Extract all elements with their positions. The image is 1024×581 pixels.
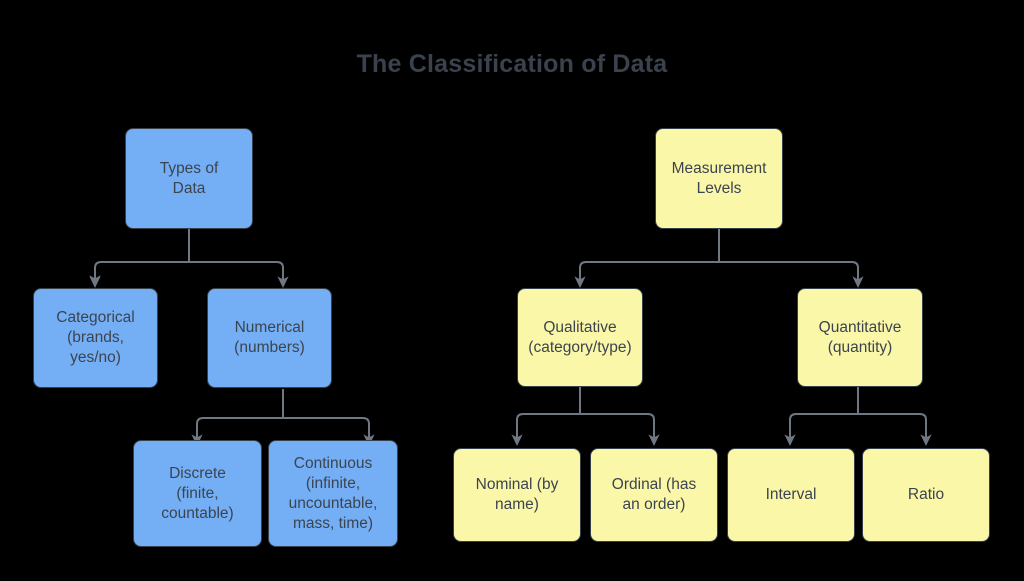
node-quantitative-line1: Quantitative: [818, 318, 902, 336]
node-quantitative-line2: (quantity): [827, 338, 893, 356]
node-measurement-levels[interactable]: Measurement Levels: [655, 128, 783, 229]
node-discrete-line3: countable): [161, 504, 234, 522]
node-nominal-line2: name): [495, 496, 539, 513]
node-continuous[interactable]: Continuous (infinite, uncountable, mass,…: [268, 440, 398, 547]
node-ratio[interactable]: Ratio: [862, 448, 990, 542]
node-numerical[interactable]: Numerical (numbers): [207, 288, 332, 388]
node-ordinal[interactable]: Ordinal (has an order): [590, 448, 718, 542]
edge-numerical-bus: [196, 417, 370, 438]
node-ratio-line1: Ratio: [907, 486, 945, 503]
node-qualitative[interactable]: Qualitative (category/type): [517, 288, 643, 387]
node-interval[interactable]: Interval: [727, 448, 855, 542]
node-categorical-line1: Categorical: [56, 309, 135, 326]
node-measurement-levels-line1: Measurement: [671, 159, 767, 177]
node-types-of-data-line1: Types of: [159, 159, 219, 177]
edge-typesofdata-bus: [94, 261, 284, 282]
node-interval-line1: Interval: [765, 486, 817, 503]
node-discrete-line2: (finite,: [176, 484, 219, 502]
node-numerical-line1: Numerical: [234, 319, 305, 336]
edge-qualitative-bus: [516, 413, 655, 438]
node-nominal-line1: Nominal (by: [475, 476, 559, 493]
node-discrete[interactable]: Discrete (finite, countable): [133, 440, 262, 547]
node-categorical[interactable]: Categorical (brands, yes/no): [33, 288, 158, 388]
node-continuous-line3: uncountable,: [288, 494, 378, 512]
node-numerical-line2: (numbers): [234, 339, 305, 356]
node-quantitative[interactable]: Quantitative (quantity): [797, 288, 923, 387]
node-qualitative-line1: Qualitative: [543, 318, 617, 336]
node-nominal[interactable]: Nominal (by name): [453, 448, 581, 542]
node-qualitative-line2: (category/type): [528, 338, 632, 356]
edge-measurementlevels-bus: [579, 261, 859, 282]
node-measurement-levels-line2: Levels: [696, 179, 742, 197]
edge-quantitative-bus: [789, 413, 927, 438]
node-continuous-line2: (infinite,: [305, 474, 361, 492]
node-continuous-line4: mass, time): [292, 514, 374, 532]
node-continuous-line1: Continuous: [293, 454, 373, 472]
diagram-canvas: The Classification of Data Types of Data…: [0, 0, 1024, 581]
node-types-of-data-line2: Data: [172, 179, 206, 197]
node-types-of-data[interactable]: Types of Data: [125, 128, 253, 229]
node-ordinal-line2: an order): [622, 496, 686, 513]
node-ordinal-line1: Ordinal (has: [611, 476, 697, 493]
node-categorical-line2: (brands,: [67, 329, 124, 346]
page-title: The Classification of Data: [356, 50, 668, 78]
node-categorical-line3: yes/no): [70, 349, 121, 366]
node-discrete-line1: Discrete: [169, 464, 226, 482]
